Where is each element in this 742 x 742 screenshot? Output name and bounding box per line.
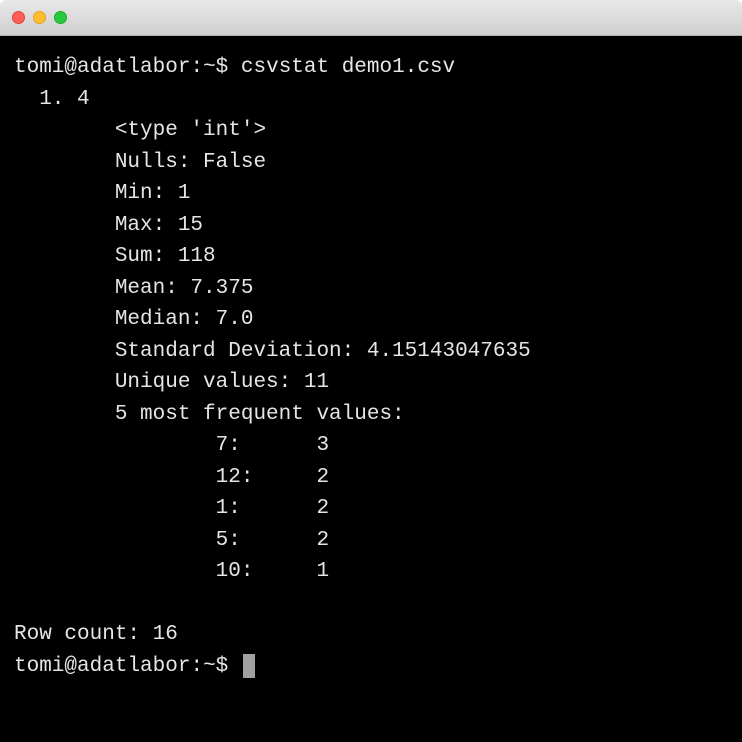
prompt-host: adatlabor bbox=[77, 655, 190, 678]
cursor-icon bbox=[243, 654, 255, 678]
output-freq-header: 5 most frequent values: bbox=[14, 399, 728, 431]
output-type: <type 'int'> bbox=[14, 115, 728, 147]
terminal-content[interactable]: tomi@adatlabor:~$ csvstat demo1.csv 1. 4… bbox=[0, 36, 742, 742]
output-freq-row: 7: 3 bbox=[14, 430, 728, 462]
output-sum: Sum: 118 bbox=[14, 241, 728, 273]
output-stddev: Standard Deviation: 4.15143047635 bbox=[14, 336, 728, 368]
close-icon[interactable] bbox=[12, 11, 25, 24]
output-column-header: 1. 4 bbox=[14, 84, 728, 116]
output-mean: Mean: 7.375 bbox=[14, 273, 728, 305]
output-min: Min: 1 bbox=[14, 178, 728, 210]
output-freq-row: 1: 2 bbox=[14, 493, 728, 525]
output-freq-row: 12: 2 bbox=[14, 462, 728, 494]
command-line: tomi@adatlabor:~$ csvstat demo1.csv bbox=[14, 52, 728, 84]
command-text: csvstat demo1.csv bbox=[241, 56, 455, 79]
prompt-path: ~ bbox=[203, 56, 216, 79]
output-rowcount: Row count: 16 bbox=[14, 619, 728, 651]
minimize-icon[interactable] bbox=[33, 11, 46, 24]
prompt-symbol: $ bbox=[216, 655, 229, 678]
prompt-symbol: $ bbox=[216, 56, 229, 79]
prompt-host: adatlabor bbox=[77, 56, 190, 79]
output-freq-row: 10: 1 bbox=[14, 556, 728, 588]
output-unique: Unique values: 11 bbox=[14, 367, 728, 399]
output-median: Median: 7.0 bbox=[14, 304, 728, 336]
output-freq-row: 5: 2 bbox=[14, 525, 728, 557]
prompt-line: tomi@adatlabor:~$ bbox=[14, 651, 728, 683]
prompt-path: ~ bbox=[203, 655, 216, 678]
terminal-window: tomi@adatlabor:~$ csvstat demo1.csv 1. 4… bbox=[0, 0, 742, 742]
blank-line bbox=[14, 588, 728, 620]
prompt-user: tomi bbox=[14, 655, 64, 678]
output-max: Max: 15 bbox=[14, 210, 728, 242]
traffic-lights bbox=[12, 11, 67, 24]
window-titlebar bbox=[0, 0, 742, 36]
maximize-icon[interactable] bbox=[54, 11, 67, 24]
prompt-user: tomi bbox=[14, 56, 64, 79]
output-nulls: Nulls: False bbox=[14, 147, 728, 179]
